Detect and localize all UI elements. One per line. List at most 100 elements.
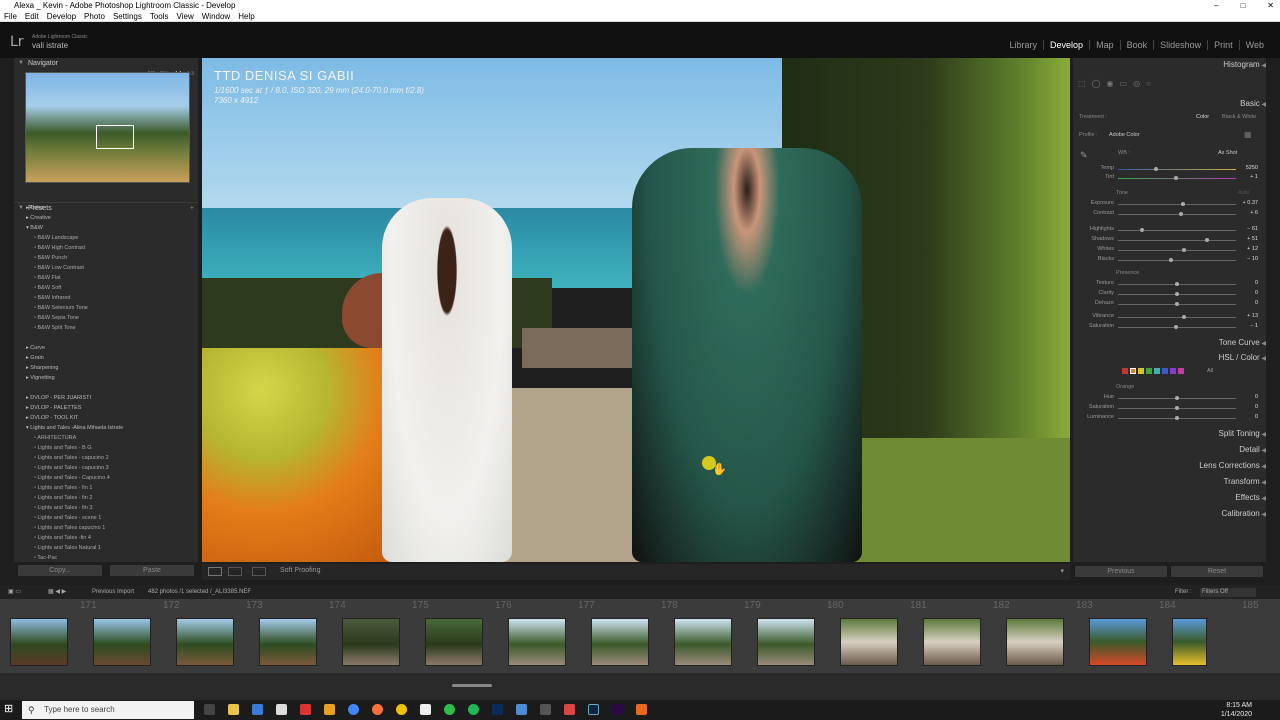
preset-item[interactable]: ▫ Lights and Tales - capucino 2 [26, 453, 196, 463]
film-thumbnail[interactable] [93, 618, 151, 666]
preset-group[interactable]: ▸ DVLOP - PER JUARISTI [26, 393, 196, 403]
toolbar-menu-icon[interactable]: ▾ [1060, 567, 1064, 575]
store-icon[interactable] [252, 704, 263, 715]
shadows-slider[interactable]: Shadows + 51 [1086, 236, 1258, 244]
preset-group[interactable]: ▾ Lights and Tales -Alina Mihaela Istrat… [26, 423, 196, 433]
orange-swatch[interactable] [1130, 368, 1136, 374]
loupe-view-icon[interactable] [208, 567, 222, 576]
tone-auto-button[interactable]: Auto [1238, 190, 1249, 196]
basic-header[interactable]: Basic [1240, 99, 1266, 108]
maximize-icon[interactable]: □ [1240, 0, 1245, 11]
red-eye-icon[interactable]: ◉ [1107, 79, 1114, 91]
preset-item[interactable]: ▫ B&W Flat [26, 273, 196, 283]
menu-window[interactable]: Window [202, 11, 230, 21]
before-after-split-icon[interactable] [252, 567, 266, 576]
module-library[interactable]: Library [1004, 40, 1044, 50]
menu-edit[interactable]: Edit [25, 11, 39, 21]
preset-item[interactable]: ▫ B&W Landscape [26, 233, 196, 243]
brush-icon[interactable]: ○ [1146, 79, 1151, 91]
preset-group[interactable]: ▸ Creative [26, 213, 196, 223]
module-map[interactable]: Map [1089, 40, 1120, 50]
menu-photo[interactable]: Photo [84, 11, 105, 21]
preset-group[interactable]: ▸ Curve [26, 343, 196, 353]
hue-slider[interactable]: Hue 0 [1086, 394, 1258, 402]
treatment-bw[interactable]: Black & White [1222, 114, 1256, 120]
whites-slider[interactable]: Whites + 12 [1086, 246, 1258, 254]
preset-group[interactable]: ▸ Color [26, 203, 196, 213]
film-thumbnail[interactable] [176, 618, 234, 666]
grid-view-icon[interactable]: ▣ ▭ [8, 585, 21, 599]
preset-group[interactable]: ▸ Grain [26, 353, 196, 363]
radial-filter-icon[interactable]: ◎ [1133, 79, 1140, 91]
spot-removal-icon[interactable]: ◯ [1092, 79, 1101, 91]
preset-item[interactable]: ▫ B&W Split Tone [26, 323, 196, 333]
preset-item[interactable]: ▫ Lights and Tales - fin 2 [26, 493, 196, 503]
hsl-all-toggle[interactable]: All [1207, 368, 1213, 374]
preset-group[interactable]: ▸ DVLOP - PALETTES [26, 403, 196, 413]
film-thumbnail[interactable] [1089, 618, 1147, 666]
filmstrip-source[interactable]: Previous Import [92, 585, 134, 599]
profile-browser-icon[interactable]: ▦ [1244, 130, 1252, 139]
film-thumbnail[interactable] [508, 618, 566, 666]
preset-item[interactable]: ▫ ARHITECTURA [26, 433, 196, 443]
preset-group[interactable]: ▸ Vignetting [26, 373, 196, 383]
exposure-slider[interactable]: Exposure + 0.37 [1086, 200, 1258, 208]
film-thumbnail[interactable] [840, 618, 898, 666]
lens-corrections-header[interactable]: Lens Corrections [1199, 461, 1266, 470]
saturation-slider[interactable]: Saturation 0 [1086, 404, 1258, 412]
app-icon[interactable] [540, 704, 551, 715]
app-icon[interactable] [636, 704, 647, 715]
app-icon[interactable] [564, 704, 575, 715]
reset-button[interactable]: Reset [1171, 566, 1263, 577]
calibration-header[interactable]: Calibration [1221, 509, 1266, 518]
preset-group[interactable]: ▸ DVLOP - TOOL KIT [26, 413, 196, 423]
hsl-header[interactable]: HSL / Color [1219, 353, 1266, 362]
previous-button[interactable]: Previous [1075, 566, 1167, 577]
scroll-thumb[interactable] [452, 684, 492, 687]
wb-picker-icon[interactable]: ✎ [1080, 150, 1088, 161]
film-thumbnail[interactable] [923, 618, 981, 666]
preset-item[interactable]: ▫ Lights and Tales - fin 3 [26, 503, 196, 513]
notepad-icon[interactable] [420, 704, 431, 715]
spotify-icon[interactable] [468, 704, 479, 715]
app-icon[interactable] [396, 704, 407, 715]
system-clock[interactable]: 8:15 AM 1/14/2020 [1221, 701, 1252, 719]
chrome-icon[interactable] [348, 704, 359, 715]
vibrance-slider[interactable]: Vibrance + 13 [1086, 313, 1258, 321]
firefox-icon[interactable] [372, 704, 383, 715]
detail-header[interactable]: Detail [1239, 445, 1266, 454]
aqua-swatch[interactable] [1154, 368, 1160, 374]
navigator-viewport-box[interactable] [96, 125, 134, 149]
red-swatch[interactable] [1122, 368, 1128, 374]
module-print[interactable]: Print [1207, 40, 1239, 50]
windows-start-icon[interactable]: ⊞ [4, 702, 18, 716]
transform-header[interactable]: Transform [1224, 477, 1266, 486]
tint-slider[interactable]: Tint + 1 [1086, 174, 1258, 182]
preset-item[interactable]: ▫ Tac-Pac [26, 553, 196, 563]
minimize-icon[interactable]: – [1214, 0, 1218, 11]
graduated-filter-icon[interactable]: ▭ [1120, 79, 1128, 91]
blue-swatch[interactable] [1162, 368, 1168, 374]
preset-item[interactable]: ▫ B&W Soft [26, 283, 196, 293]
preset-group[interactable]: ▸ Sharpening [26, 363, 196, 373]
paste-button[interactable]: Paste [110, 565, 194, 576]
film-thumbnail[interactable] [1172, 618, 1207, 666]
module-web[interactable]: Web [1238, 40, 1270, 50]
photoshop-icon[interactable] [492, 704, 503, 715]
before-after-icon[interactable] [228, 567, 242, 576]
wb-select[interactable]: As Shot [1218, 150, 1237, 156]
app-icon[interactable] [324, 704, 335, 715]
preset-group[interactable]: ▾ B&W [26, 223, 196, 233]
highlights-slider[interactable]: Highlights − 61 [1086, 226, 1258, 234]
crop-tool-icon[interactable]: ⬚ [1078, 79, 1086, 91]
filter-select[interactable]: Filters Off [1200, 588, 1256, 597]
premiere-icon[interactable] [612, 704, 623, 715]
menu-file[interactable]: File [4, 11, 17, 21]
clarity-slider[interactable]: Clarity 0 [1086, 290, 1258, 298]
purple-swatch[interactable] [1170, 368, 1176, 374]
menu-view[interactable]: View [177, 11, 194, 21]
photo-canvas[interactable]: TTD DENISA SI GABII 1/1600 sec at ƒ / 8.… [202, 58, 1070, 562]
split-toning-header[interactable]: Split Toning [1219, 429, 1267, 438]
profile-select[interactable]: Adobe Color [1109, 132, 1140, 138]
film-thumbnail[interactable] [259, 618, 317, 666]
